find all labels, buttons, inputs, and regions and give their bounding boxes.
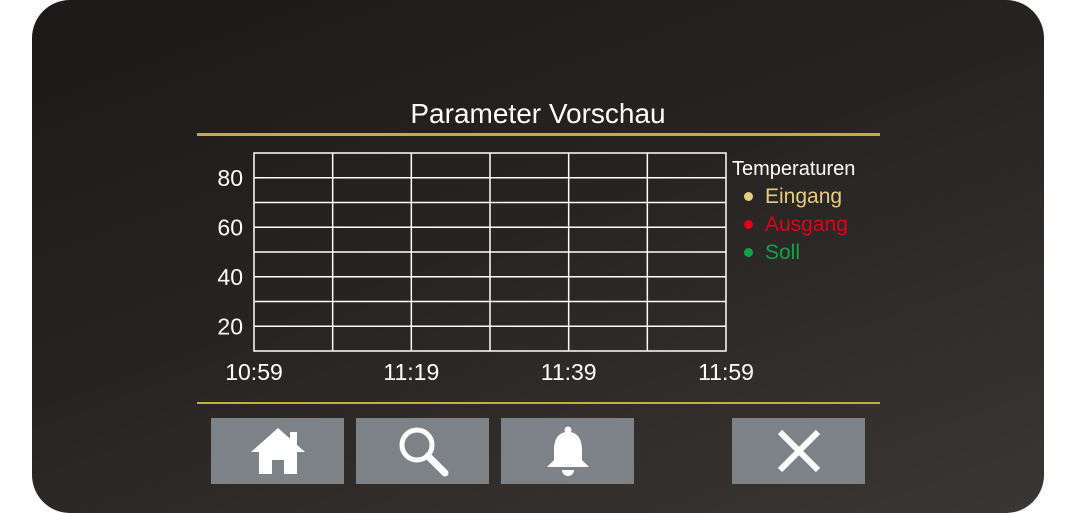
y-tick-label: 60 xyxy=(217,214,243,240)
search-icon xyxy=(399,427,448,477)
home-button[interactable] xyxy=(211,418,344,484)
legend-title: Temperaturen xyxy=(732,158,856,180)
chart-grid xyxy=(253,152,727,352)
close-icon xyxy=(777,429,820,473)
toolbar xyxy=(0,418,1076,484)
legend-item-eingang: Eingang xyxy=(732,182,855,210)
home-icon xyxy=(250,428,305,474)
legend-dot xyxy=(744,191,753,201)
legend-item-soll: Soll xyxy=(732,238,855,266)
x-tick-label: 11:59 xyxy=(698,359,754,385)
x-axis-ticks: 10:59 11:19 11:39 11:59 xyxy=(225,359,754,385)
alarm-button[interactable] xyxy=(501,418,634,484)
legend-label: Soll xyxy=(765,240,801,264)
legend-dot xyxy=(744,219,753,229)
bell-icon xyxy=(546,426,589,476)
legend-label: Eingang xyxy=(765,184,843,208)
page-title: Parameter Vorschau xyxy=(410,98,666,129)
y-tick-label: 40 xyxy=(217,264,243,290)
close-button[interactable] xyxy=(732,418,865,484)
temperature-chart: 20 40 60 80 10:59 11:19 11:39 11:59 xyxy=(217,152,754,385)
x-tick-label: 11:19 xyxy=(383,359,439,385)
title-divider xyxy=(197,133,880,136)
search-button[interactable] xyxy=(356,418,489,484)
x-tick-label: 11:39 xyxy=(541,359,597,385)
legend-dot xyxy=(744,247,753,257)
toolbar-divider xyxy=(197,402,880,404)
y-axis-ticks: 20 40 60 80 xyxy=(217,165,243,340)
y-tick-label: 80 xyxy=(217,165,243,191)
x-tick-label: 10:59 xyxy=(225,359,283,385)
legend-label: Ausgang xyxy=(765,212,848,236)
chart-legend: Temperaturen Eingang Ausgang Soll xyxy=(732,156,855,266)
y-tick-label: 20 xyxy=(217,313,243,339)
legend-item-ausgang: Ausgang xyxy=(732,210,855,238)
